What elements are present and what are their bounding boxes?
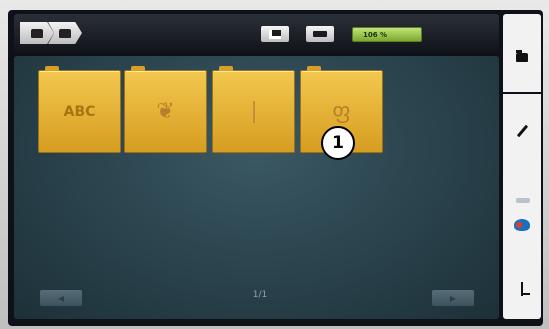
sidebar-divider <box>503 92 541 94</box>
callout-marker: 1 <box>321 126 355 160</box>
page-next-button[interactable]: ▶ <box>432 290 474 306</box>
page-prev-button[interactable]: ◀ <box>40 290 82 306</box>
folder-butterfly[interactable]: ❦ <box>124 66 207 153</box>
sidebar-item-edit[interactable] <box>503 112 541 150</box>
folder-tab <box>131 66 145 71</box>
arrow-right-icon: ▶ <box>449 293 457 303</box>
sidebar-item-stitch[interactable] <box>503 270 541 308</box>
color-indicator <box>516 198 530 203</box>
embroidery-frame-button[interactable] <box>261 26 289 42</box>
hoop-icon <box>313 31 327 37</box>
breadcrumb-item-home[interactable] <box>20 22 54 44</box>
folder-tab <box>219 66 233 71</box>
arrow-left-icon: ◀ <box>57 293 65 303</box>
page-indicator: 1/1 <box>252 290 268 300</box>
edit-pen-icon <box>516 124 528 138</box>
hoop-button[interactable] <box>306 26 334 42</box>
progress-indicator: 106 % <box>352 27 422 42</box>
stitch-icon <box>521 282 530 296</box>
folder-icon <box>516 49 528 62</box>
embroidery-frame-icon <box>269 29 281 39</box>
motif-icon: ფ <box>332 98 351 124</box>
top-bar: 106 % <box>14 14 499 52</box>
alphabet-icon: ABC <box>63 103 96 120</box>
sidebar-item-color[interactable] <box>503 206 541 244</box>
folder-tab <box>45 66 59 71</box>
stitch-line-icon <box>252 100 255 123</box>
butterfly-icon: ❦ <box>156 98 175 124</box>
folder-tab <box>307 66 321 71</box>
folder-icon <box>59 28 71 38</box>
folder-icon <box>31 28 43 38</box>
folder-alphabets[interactable]: ABC <box>38 66 121 153</box>
breadcrumb <box>20 22 82 44</box>
folder-stitches[interactable] <box>212 66 295 153</box>
sidebar-item-folder[interactable] <box>503 38 541 76</box>
color-palette-icon <box>514 219 530 231</box>
